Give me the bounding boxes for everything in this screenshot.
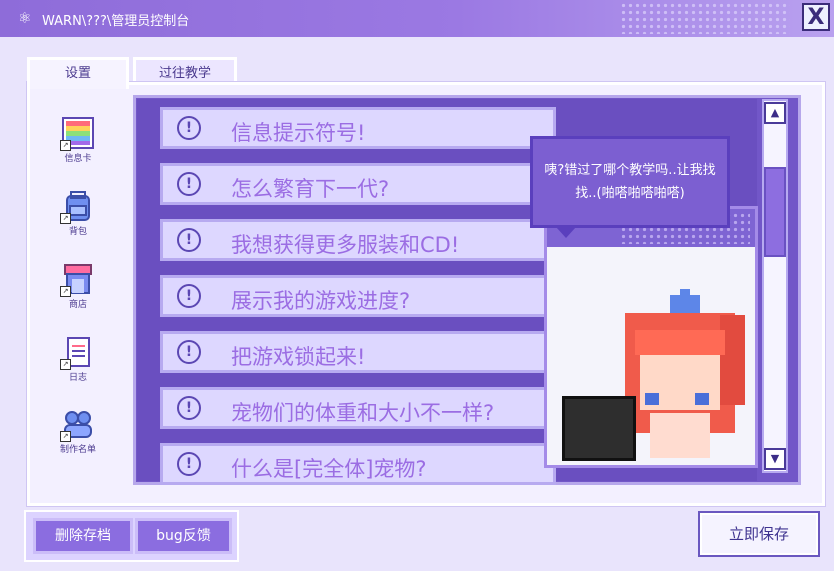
shortcut-arrow-icon: ↗	[60, 213, 71, 224]
list-item[interactable]: ! 信息提示符号!	[160, 107, 556, 149]
sidebar-item-label: 背包	[68, 227, 87, 237]
sidebar-item-label: 制作名单	[59, 445, 96, 455]
list-item[interactable]: ! 怎么繁育下一代?	[160, 163, 556, 205]
computer-monitor-icon	[562, 396, 636, 461]
backpack-icon: ↗	[60, 190, 94, 224]
list-item[interactable]: ! 宠物们的体重和大小不一样?	[160, 387, 556, 429]
list-item[interactable]: ! 展示我的游戏进度?	[160, 275, 556, 317]
sidebar-item-backpack[interactable]: ↗ 背包	[48, 190, 108, 237]
credits-people-icon: ↗	[60, 408, 94, 442]
tab-past-tutorials[interactable]: 过往教学	[133, 57, 237, 85]
rainbow-card-icon: ↗	[60, 117, 94, 151]
sidebar-item-credits[interactable]: ↗ 制作名单	[48, 408, 108, 455]
sidebar-item-label: 信息卡	[64, 154, 92, 164]
info-icon: !	[177, 284, 201, 308]
sidebar-item-shop[interactable]: ↗ 商店	[48, 263, 108, 310]
window-title: WARN\???\管理员控制台	[42, 14, 190, 29]
speech-bubble-tail	[556, 227, 576, 238]
scrollbar-track[interactable]	[762, 99, 788, 473]
sidebar-item-info-card[interactable]: ↗ 信息卡	[48, 117, 108, 164]
info-icon: !	[177, 396, 201, 420]
info-icon: !	[177, 452, 201, 476]
tab-settings[interactable]: 设置	[27, 57, 129, 89]
close-button[interactable]: X	[802, 3, 830, 31]
info-icon: !	[177, 228, 201, 252]
info-icon: !	[177, 340, 201, 364]
shortcut-arrow-icon: ↗	[60, 359, 71, 370]
list-item[interactable]: ! 把游戏锁起来!	[160, 331, 556, 373]
sidebar-item-label: 日志	[68, 373, 87, 383]
cluster-app-icon: ⚛	[18, 9, 32, 27]
scroll-down-button[interactable]: ▼	[764, 448, 786, 470]
scrollbar-thumb[interactable]	[764, 167, 786, 257]
shop-icon: ↗	[60, 263, 94, 297]
speech-bubble: 咦?错过了哪个教学吗..让我找找..(啪嗒啪嗒啪嗒)	[530, 136, 730, 228]
sidebar-item-log[interactable]: ↗ 日志	[48, 336, 108, 383]
list-item[interactable]: ! 什么是[完全体]宠物?	[160, 443, 556, 485]
info-icon: !	[177, 116, 201, 140]
bug-report-button[interactable]: bug反馈	[135, 518, 232, 554]
sidebar-item-label: 商店	[68, 300, 87, 310]
delete-save-button[interactable]: 删除存档	[33, 518, 133, 554]
notebook-icon: ↗	[60, 336, 94, 370]
title-pixel-dots	[620, 2, 790, 34]
list-item[interactable]: ! 我想获得更多服装和CD!	[160, 219, 556, 261]
title-bar: ⚛ WARN\???\管理员控制台 X	[0, 0, 834, 37]
info-icon: !	[177, 172, 201, 196]
scroll-up-button[interactable]: ▲	[764, 102, 786, 124]
shortcut-arrow-icon: ↗	[60, 140, 71, 151]
shortcut-arrow-icon: ↗	[60, 286, 71, 297]
shortcut-arrow-icon: ↗	[60, 431, 71, 442]
save-now-button[interactable]: 立即保存	[698, 511, 820, 557]
